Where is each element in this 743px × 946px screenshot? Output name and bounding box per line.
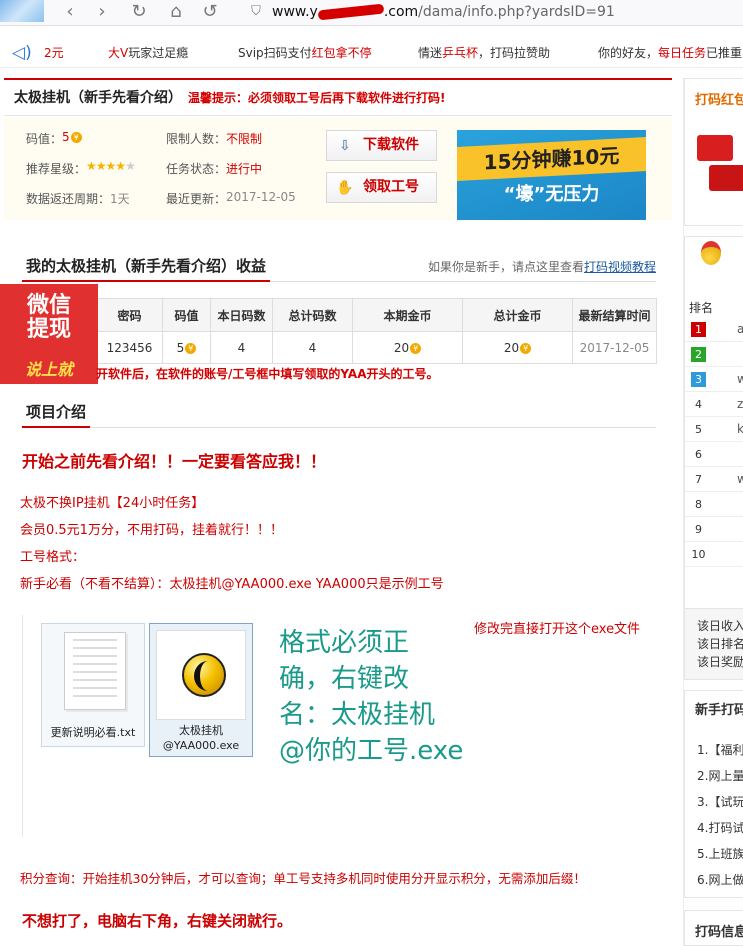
main-content: 太极挂机（新手先看介绍） 温馨提示：必须领取工号后再下载软件进行打码! 码值： 5… — [0, 78, 672, 946]
sidebar: 打码红包 排名 1a 2 3w 4z 5k 6 7w 8 9 10 该日收入 该… — [683, 78, 743, 946]
earnings-table: 密码 码值 本日码数 总计码数 本期金币 总计金币 最新结算时间 123456 … — [96, 298, 657, 364]
intro-p1: 开始之前先看介绍！！一定要看答应我！！ — [22, 452, 327, 471]
coin-icon: ¥ — [410, 342, 422, 354]
coin-icon: ¥ — [520, 342, 532, 354]
red-packet-icon — [709, 165, 743, 191]
intro-title: 项目介绍 — [22, 396, 91, 428]
newbie-link[interactable]: 3.【试玩 — [697, 793, 743, 810]
red-packet-box: 打码红包 — [684, 78, 743, 226]
star-empty-icon: ★ — [125, 159, 136, 173]
table-row: 123456 5 ¥ 4 4 20 ¥ 20 ¥ 2017-12-05 — [96, 331, 657, 364]
newbie-box: 新手打码 1.【福利 2.网上量 3.【试玩 4.打码试 5.上班族 6.网上做 — [684, 690, 743, 898]
project-info-panel: 码值： 5 ¥ 限制人数： 不限制 推荐星级： ★★★★★ 任务状态： 进行中 数… — [4, 118, 672, 220]
taiji-app-icon — [182, 653, 226, 697]
red-packet-icon — [697, 135, 733, 161]
download-icon: ⇩ — [339, 138, 351, 154]
newbie-link[interactable]: 6.网上做 — [697, 871, 743, 888]
get-worker-id-button[interactable]: ✋ 领取工号 — [326, 172, 437, 203]
table-header-row: 密码 码值 本日码数 总计码数 本期金币 总计金币 最新结算时间 — [96, 298, 657, 332]
marquee-item-3[interactable]: Svip扫码支付红包拿不停 — [238, 38, 372, 67]
earnings-title: 我的太极挂机（新手先看介绍）收益 — [22, 250, 271, 282]
marquee-item-2[interactable]: 大V玩家过足瘾 — [108, 38, 188, 67]
redaction-mark — [317, 3, 385, 21]
star-icon: ★ — [105, 159, 117, 173]
ranking-box: 排名 1a 2 3w 4z 5k 6 7w 8 9 10 — [684, 236, 743, 610]
video-tutorial-link[interactable]: 打码视频教程 — [584, 260, 656, 274]
cycle-value: 1天 — [110, 192, 130, 206]
limit-value: 不限制 — [226, 132, 263, 146]
file-txt: 更新说明必看.txt — [41, 623, 145, 747]
text-file-icon — [64, 632, 126, 710]
rename-instruction-image: 更新说明必看.txt 太极挂机 @YAA000.exe 格式必须正 确，右键改 名… — [22, 615, 474, 837]
marquee-item-5[interactable]: 你的好友，每日任务已推重 — [598, 38, 742, 67]
intro-p4: 工号格式： — [20, 550, 86, 565]
newbie-link[interactable]: 2.网上量 — [697, 767, 743, 784]
reload-icon[interactable]: ↻ — [127, 2, 151, 22]
daily-income-box: 该日收入 该日排名 该日奖励 — [684, 608, 743, 680]
marquee-item-4[interactable]: 情迷乒乓杯，打码拉赞助 — [418, 38, 550, 67]
help-text: 如果你是新手，请点这里查看打码视频教程 — [427, 260, 656, 274]
home-icon[interactable]: ⌂ — [164, 2, 188, 22]
intro-section-header: 项目介绍 — [22, 396, 656, 428]
star-icon: ★ — [95, 159, 107, 173]
newbie-link[interactable]: 4.打码试 — [697, 819, 743, 836]
tab-thumbnail[interactable] — [0, 0, 44, 22]
newbie-link[interactable]: 5.上班族 — [697, 845, 743, 862]
newbie-link[interactable]: 1.【福利 — [697, 741, 743, 758]
worker-id-notice: 开软件后，在软件的账号/工号框中填写领取的YAA开头的工号。 — [96, 367, 439, 381]
undo-icon[interactable]: ↺ — [198, 2, 222, 22]
coin-icon: ¥ — [70, 132, 82, 143]
intro-p8: 不想打了，电脑右下角，右键关闭就行。 — [22, 912, 293, 930]
browser-toolbar: ‹ › ↻ ⌂ ↺ ⛉ www.y .com/dama/info.php?yard… — [0, 0, 743, 26]
intro-p5: 新手必看（不看不结算）：太极挂机@YAA000.exe YAA000只是示例工号 — [20, 577, 444, 592]
file-exe: 太极挂机 @YAA000.exe — [149, 623, 253, 757]
intro-p6: 修改完直接打开这个exe文件 — [474, 622, 641, 637]
star-icon: ★ — [115, 159, 126, 173]
info-box: 打码信息 — [684, 910, 743, 946]
intro-p7: 积分查询：开始挂机30分钟后，才可以查询；单工号支持多机同时使用分开显示积分，无… — [20, 871, 586, 886]
rename-instruction-text: 格式必须正 确，右键改 名：太极挂机 @你的工号.exe — [279, 628, 464, 766]
coin-icon: ¥ — [185, 342, 197, 354]
medal-icon — [701, 241, 721, 265]
hand-icon: ✋ — [336, 180, 354, 196]
forward-icon[interactable]: › — [90, 2, 114, 22]
speaker-icon: ◁) — [12, 43, 32, 63]
code-value: 5 ¥ — [62, 130, 82, 144]
back-icon[interactable]: ‹ — [58, 2, 82, 22]
address-bar[interactable]: www.y .com/dama/info.php?yardsID=91 — [272, 0, 615, 26]
update-date: 2017-12-05 — [226, 190, 296, 204]
notice-marquee: ◁) 2元 大V玩家过足瘾 Svip扫码支付红包拿不停 情迷乒乓杯，打码拉赞助 … — [0, 38, 743, 68]
project-title-bar: 太极挂机（新手先看介绍） 温馨提示：必须领取工号后再下载软件进行打码! — [4, 78, 672, 116]
intro-p2: 太极不换IP挂机【24小时任务】 — [20, 496, 205, 511]
promo-banner[interactable]: 15分钟赚10元 “壕”无压力 — [457, 130, 646, 220]
project-title: 太极挂机（新手先看介绍） — [14, 90, 182, 106]
marquee-item-1[interactable]: 2元 — [44, 38, 64, 67]
download-software-button[interactable]: ⇩ 下载软件 — [326, 130, 437, 161]
earnings-section-header: 我的太极挂机（新手先看介绍）收益 如果你是新手，请点这里查看打码视频教程 — [22, 250, 656, 282]
star-icon: ★ — [86, 159, 97, 173]
warm-tip: 温馨提示：必须领取工号后再下载软件进行打码! — [188, 91, 446, 105]
wechat-withdraw-badge[interactable]: 微信 提现 说上就 — [0, 284, 98, 384]
task-status: 进行中 — [226, 162, 263, 176]
intro-p3: 会员0.5元1万分，不用打码，挂着就行！！！ — [20, 523, 283, 538]
shield-icon[interactable]: ⛉ — [244, 2, 268, 22]
star-rating: ★★★★★ — [86, 159, 136, 173]
